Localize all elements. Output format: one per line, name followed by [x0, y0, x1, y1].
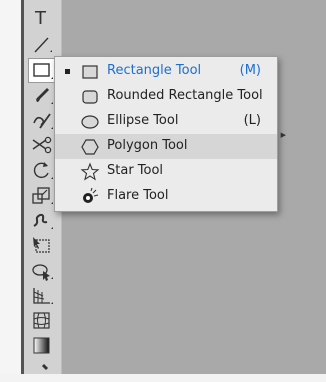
free-transform-icon: [33, 237, 50, 253]
scissors-tool-button[interactable]: [29, 134, 55, 157]
gradient-tool-button[interactable]: [29, 334, 55, 357]
flyout-item-label: Flare Tool: [107, 188, 169, 203]
active-tool-bullet: [65, 69, 70, 74]
flyout-item-shortcut: (M): [239, 63, 261, 78]
flyout-item-polygon-tool[interactable]: Polygon Tool: [55, 134, 277, 159]
flyout-item-rounded-rectangle-tool[interactable]: Rounded Rectangle Tool: [55, 84, 277, 109]
flyout-item-label: Star Tool: [107, 163, 164, 178]
shaper-icon: [33, 113, 53, 129]
flyout-item-rectangle-tool[interactable]: Rectangle Tool (M): [55, 59, 277, 84]
gradient-icon: [33, 337, 50, 354]
flyout-item-flare-tool[interactable]: Flare Tool: [55, 184, 277, 209]
flyout-item-label: Rounded Rectangle Tool: [107, 88, 263, 103]
paintbrush-icon: [36, 88, 53, 104]
type-tool-icon: T: [35, 8, 46, 29]
rotate-tool-button[interactable]: [29, 159, 55, 182]
mesh-icon: [33, 312, 50, 329]
tearoff-arrow-icon[interactable]: ▶: [281, 131, 286, 139]
window-frame-left: [0, 0, 21, 374]
shape-tools-flyout: Rectangle Tool (M) Rounded Rectangle Too…: [54, 56, 286, 212]
warp-tool-button[interactable]: [29, 209, 55, 232]
flyout-item-ellipse-tool[interactable]: Ellipse Tool (L): [55, 109, 277, 134]
flyout-item-star-tool[interactable]: Star Tool: [55, 159, 277, 184]
flyout-item-label: Rectangle Tool: [107, 63, 202, 78]
type-tool-button[interactable]: T: [29, 8, 55, 31]
ellipse-icon: [80, 112, 100, 132]
star-icon: [80, 162, 100, 182]
scale-tool-button[interactable]: [29, 184, 55, 207]
rounded-rectangle-icon: [80, 87, 100, 107]
perspective-grid-icon: [33, 288, 53, 304]
rotate-icon: [33, 162, 53, 179]
rectangle-icon: [33, 63, 53, 79]
eyedropper-icon: [41, 363, 49, 371]
rectangle-tool-button[interactable]: [28, 58, 56, 83]
free-transform-tool-button[interactable]: [29, 234, 55, 257]
mesh-tool-button[interactable]: [29, 309, 55, 332]
paintbrush-tool-button[interactable]: [29, 84, 55, 107]
flare-icon: [80, 187, 100, 207]
eyedropper-tool-button[interactable]: [29, 359, 55, 382]
shape-builder-tool-button[interactable]: [29, 259, 55, 282]
warp-icon: [33, 213, 53, 229]
line-segment-tool-button[interactable]: [29, 33, 55, 56]
scissors-icon: [32, 136, 52, 154]
line-segment-icon: [34, 37, 52, 53]
flyout-item-shortcut: (L): [243, 113, 261, 128]
flyout-item-label: Polygon Tool: [107, 138, 188, 153]
polygon-icon: [80, 137, 100, 157]
scale-icon: [32, 187, 53, 204]
shape-builder-icon: [32, 264, 53, 281]
shaper-tool-button[interactable]: [29, 109, 55, 132]
flyout-item-label: Ellipse Tool: [107, 113, 179, 128]
rectangle-icon: [80, 62, 100, 82]
perspective-grid-tool-button[interactable]: [29, 284, 55, 307]
